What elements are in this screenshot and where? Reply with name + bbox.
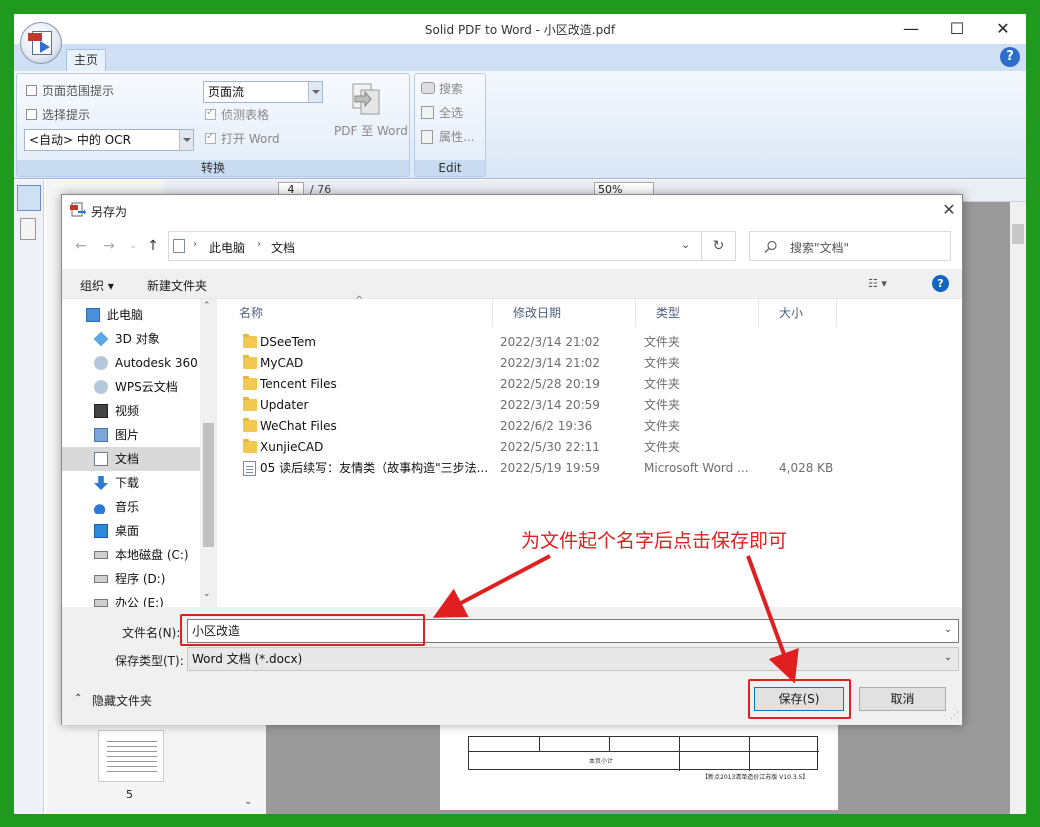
arrow-to-save [746, 555, 799, 684]
arrow-to-filename [432, 554, 551, 618]
annotation-arrows [432, 554, 799, 684]
